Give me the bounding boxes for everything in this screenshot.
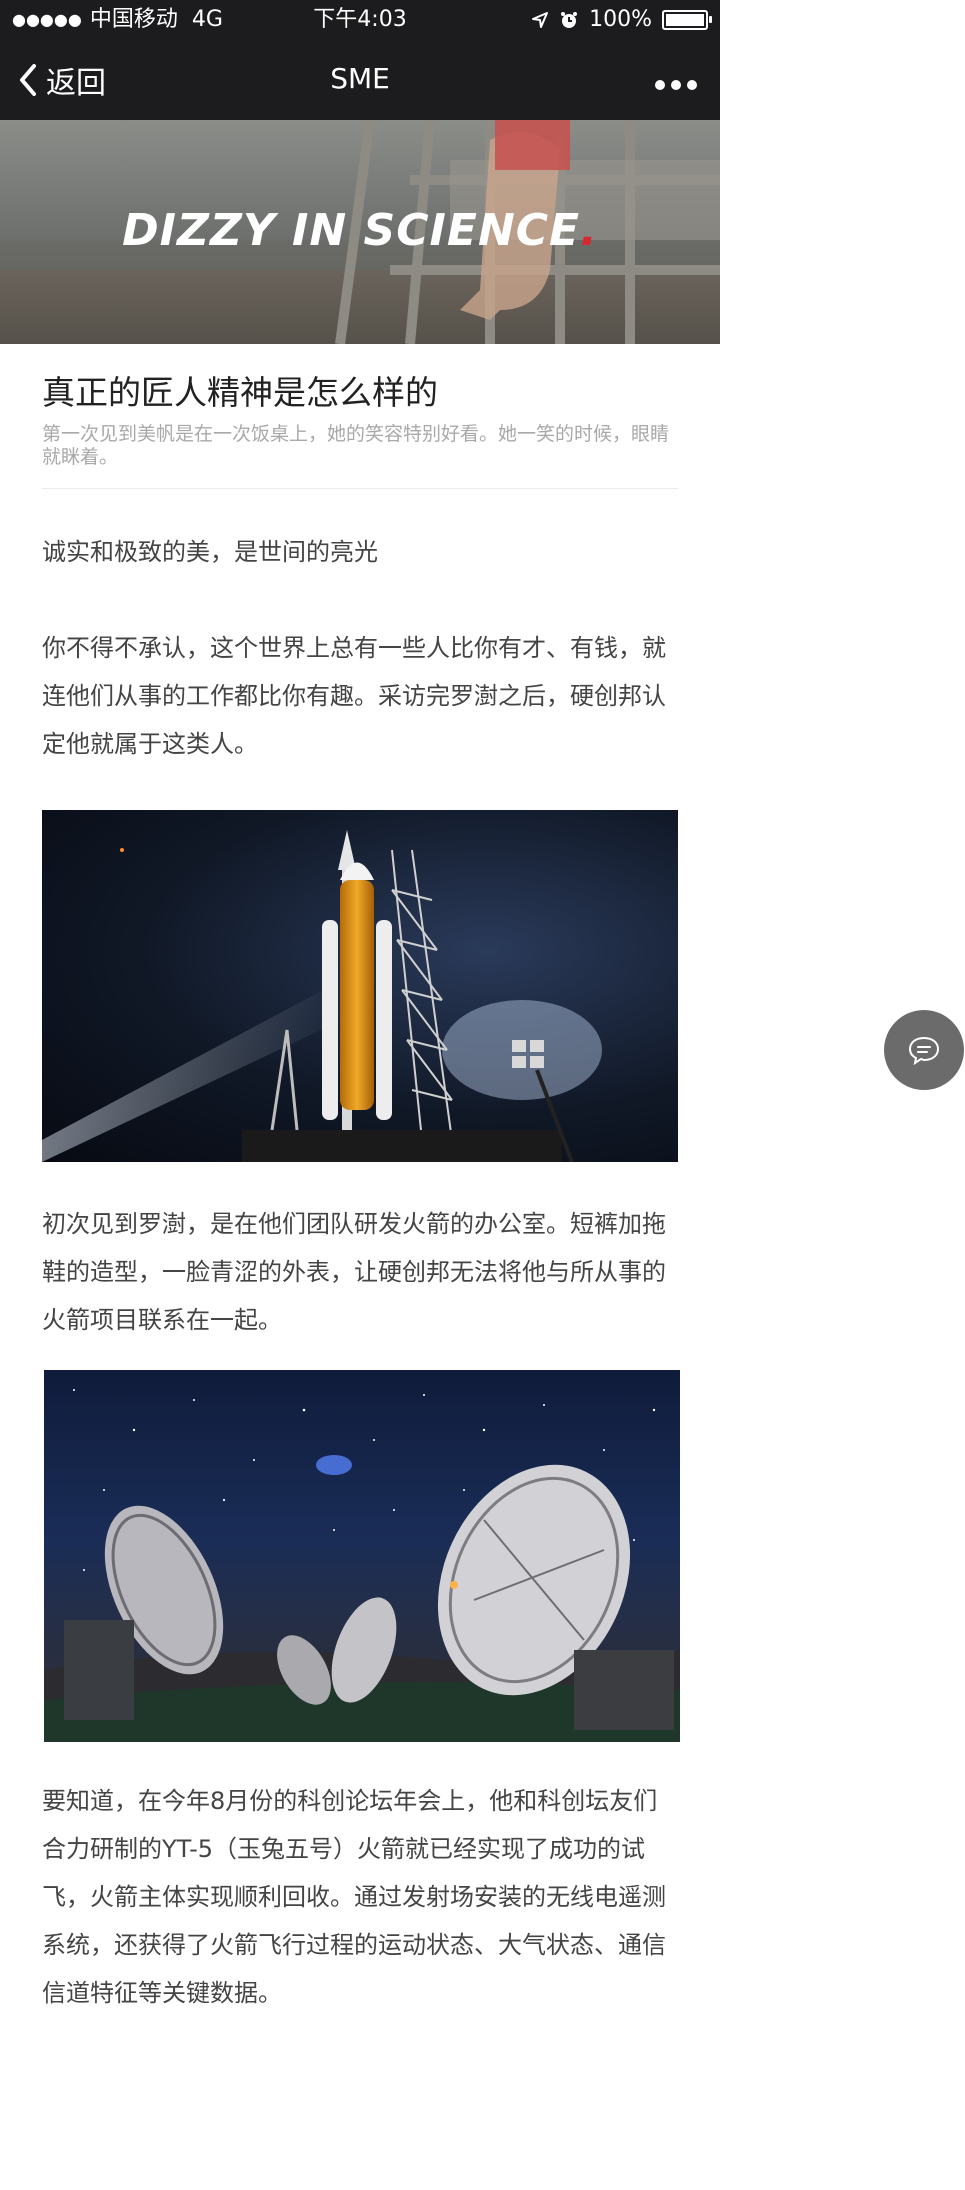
article: 真正的匠人精神是怎么样的 第一次见到美帆是在一次饭桌上，她的笑容特别好看。她一笑… (42, 344, 678, 490)
banner-title-text: DIZZY IN SCIENCE (122, 205, 581, 256)
battery-icon (662, 10, 712, 30)
back-button[interactable]: 返回 (18, 58, 106, 102)
banner-title: DIZZY IN SCIENCE. (0, 205, 720, 256)
location-arrow-icon (532, 12, 549, 28)
status-left: ●●●●● 中国移动 4G (12, 0, 223, 40)
more-button[interactable] (654, 66, 698, 99)
status-right: 100% (531, 0, 712, 40)
battery-fill (666, 14, 704, 26)
paragraph-3: 初次见到罗澍，是在他们团队研发火箭的办公室。短裤加拖鞋的造型，一脸青涩的外表，让… (42, 1210, 666, 1334)
signal-strength-icon: ●●●●● (12, 10, 82, 29)
alarm-clock-icon (561, 12, 578, 28)
battery-percent: 100% (589, 7, 652, 32)
more-dots-icon (655, 80, 697, 90)
radio-telescope-image (44, 1370, 680, 1742)
back-label: 返回 (46, 66, 106, 101)
paragraph-2: 你不得不承认，这个世界上总有一些人比你有才、有钱，就连他们从事的工作都比你有趣。… (42, 634, 666, 758)
chevron-left-icon (20, 64, 36, 96)
network-type: 4G (191, 7, 223, 32)
header-banner-image: DIZZY IN SCIENCE. (0, 120, 720, 344)
telescope-illustration (44, 1389, 680, 1742)
article-subtitle: 第一次见到美帆是在一次饭桌上，她的笑容特别好看。她一笑的时候，眼睛就眯着。 (42, 422, 670, 468)
rocket-launch-image (42, 810, 678, 1162)
paragraph-1: 诚实和极致的美，是世间的亮光 (42, 538, 378, 566)
paragraph-4: 要知道，在今年8月份的科创论坛年会上，他和科创坛友们合力研制的YT-5（玉兔五号… (42, 1787, 666, 2007)
comment-icon (908, 1036, 940, 1065)
article-title: 真正的匠人精神是怎么样的 (42, 373, 438, 412)
carrier-name: 中国移动 (89, 7, 178, 32)
status-bar: ●●●●● 中国移动 4G 下午4:03 100% (0, 0, 720, 40)
rocket-illustration (42, 830, 602, 1162)
navigation-bar: 返回 SME (0, 40, 720, 120)
nav-title: SME (330, 62, 390, 95)
phone-screen: ●●●●● 中国移动 4G 下午4:03 100% 返回 SME DIZZY I… (0, 0, 720, 2190)
title-divider (42, 488, 678, 490)
banner-title-dot: . (580, 205, 598, 256)
floating-comment-button[interactable] (884, 1010, 964, 1090)
